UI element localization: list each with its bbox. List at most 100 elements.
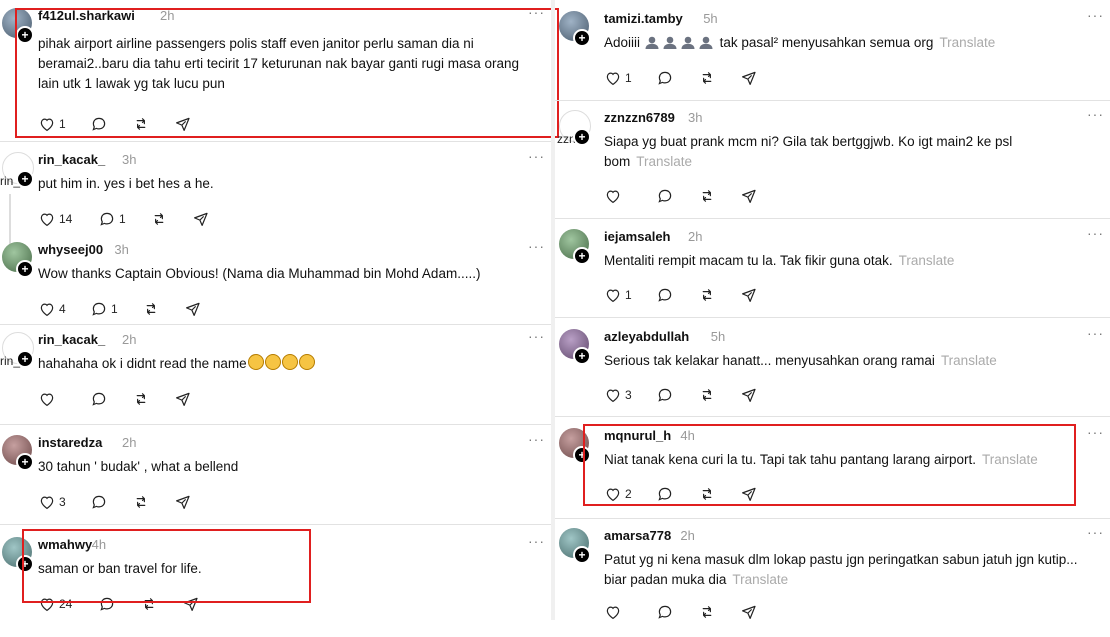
username[interactable]: rin_kacak_ (38, 332, 105, 347)
repost-button[interactable] (698, 285, 716, 305)
action-bar: 1 (604, 68, 804, 88)
heart-button[interactable] (604, 602, 622, 622)
share-button[interactable] (740, 385, 758, 405)
username[interactable]: amarsa778 (604, 528, 671, 543)
reply-body: put him in. yes i bet hes a he. (38, 176, 214, 191)
repost-button[interactable] (132, 389, 150, 409)
more-options-icon[interactable]: ··· (528, 238, 545, 254)
share-button[interactable] (174, 389, 192, 409)
repost-button[interactable] (698, 602, 716, 622)
heart-button[interactable] (604, 186, 622, 206)
heart-button[interactable]: 1 (604, 285, 632, 305)
more-options-icon[interactable]: ··· (528, 533, 545, 549)
heart-button[interactable]: 4 (38, 299, 66, 319)
heart-button[interactable]: 14 (38, 209, 72, 229)
more-options-icon[interactable]: ··· (1087, 225, 1104, 241)
heart-button[interactable]: 3 (38, 492, 66, 512)
comment-button[interactable] (90, 492, 108, 512)
follow-plus-icon[interactable]: + (16, 453, 34, 471)
comment-button[interactable] (656, 186, 674, 206)
reply-text-start: Adoiiii (604, 35, 641, 50)
share-button[interactable] (740, 68, 758, 88)
action-bar: 3 (38, 492, 238, 512)
share-button[interactable] (192, 209, 210, 229)
reply-text: Mentaliti rempit macam tu la. Tak fikir … (604, 251, 1099, 271)
repost-button[interactable] (698, 186, 716, 206)
more-options-icon[interactable]: ··· (528, 328, 545, 344)
translate-link[interactable]: Translate (941, 353, 997, 368)
more-options-icon[interactable]: ··· (1087, 524, 1104, 540)
share-button[interactable] (740, 186, 758, 206)
heart-button[interactable]: 3 (604, 385, 632, 405)
heart-button[interactable]: 1 (604, 68, 632, 88)
comment-button[interactable]: 1 (90, 299, 118, 319)
comment-button[interactable] (656, 68, 674, 88)
follow-plus-icon[interactable]: + (573, 247, 591, 265)
more-options-icon[interactable]: ··· (528, 431, 545, 447)
username[interactable]: whyseej00 (38, 242, 103, 257)
username[interactable]: zznzzn6789 (604, 110, 675, 125)
comment-icon (656, 603, 674, 621)
more-options-icon[interactable]: ··· (1087, 7, 1104, 23)
more-options-icon[interactable]: ··· (1087, 424, 1104, 440)
heart-button[interactable] (38, 389, 56, 409)
repost-button[interactable] (698, 385, 716, 405)
reply-post: + azleyabdullah 5h ··· Serious tak kelakar h… (555, 325, 1110, 429)
comment-button[interactable] (656, 602, 674, 622)
translate-link[interactable]: Translate (636, 154, 692, 169)
share-button[interactable] (740, 285, 758, 305)
more-options-icon[interactable]: ··· (1087, 325, 1104, 341)
share-button[interactable] (184, 299, 202, 319)
comment-button[interactable] (90, 389, 108, 409)
reply-body: 30 tahun ' budak' , what a bellend (38, 459, 239, 474)
tired-face-emoji-icon (298, 354, 315, 370)
follow-plus-icon[interactable]: + (16, 260, 34, 278)
username[interactable]: azleyabdullah (604, 329, 689, 344)
heart-icon (38, 493, 56, 511)
username[interactable]: iejamsaleh (604, 229, 671, 244)
red-highlight-box (22, 529, 311, 603)
repost-button[interactable] (698, 68, 716, 88)
comment-button[interactable] (656, 285, 674, 305)
repost-button[interactable] (132, 492, 150, 512)
repost-icon (150, 210, 168, 228)
more-options-icon[interactable]: ··· (1087, 106, 1104, 122)
comment-icon (90, 300, 108, 318)
tired-face-emoji-icon (264, 354, 281, 370)
reply-text: 30 tahun ' budak' , what a bellend (38, 457, 543, 477)
share-button[interactable] (174, 492, 192, 512)
share-icon (740, 386, 758, 404)
translate-link[interactable]: Translate (899, 253, 955, 268)
repost-icon (142, 300, 160, 318)
share-icon (740, 603, 758, 621)
reply-text: Adoiiii tak pasal² menyusahkan semua org… (604, 33, 1099, 53)
username[interactable]: instaredza (38, 435, 102, 450)
comment-button[interactable] (656, 385, 674, 405)
follow-plus-icon[interactable]: + (573, 347, 591, 365)
follow-plus-icon[interactable]: + (573, 29, 591, 47)
comment-icon (90, 390, 108, 408)
comment-count: 1 (119, 212, 126, 226)
action-bar (604, 186, 804, 206)
follow-plus-icon[interactable]: + (16, 350, 34, 368)
share-icon (174, 493, 192, 511)
reply-text: Serious tak kelakar hanatt... menyusahka… (604, 351, 1099, 371)
follow-plus-icon[interactable]: + (573, 128, 591, 146)
reply-separator (0, 424, 551, 425)
repost-icon (698, 386, 716, 404)
repost-button[interactable] (142, 299, 160, 319)
translate-link[interactable]: Translate (732, 572, 788, 587)
share-button[interactable] (740, 602, 758, 622)
heart-icon (38, 390, 56, 408)
follow-plus-icon[interactable]: + (573, 546, 591, 564)
username[interactable]: rin_kacak_ (38, 152, 105, 167)
username[interactable]: tamizi.tamby (604, 11, 683, 26)
more-options-icon[interactable]: ··· (528, 148, 545, 164)
comment-icon (656, 286, 674, 304)
translate-link[interactable]: Translate (939, 35, 995, 50)
reply-body: Patut yg ni kena masuk dlm lokap pastu j… (604, 552, 1078, 587)
comment-button[interactable]: 1 (98, 209, 126, 229)
repost-button[interactable] (150, 209, 168, 229)
follow-plus-icon[interactable]: + (16, 170, 34, 188)
action-bar (38, 389, 238, 409)
